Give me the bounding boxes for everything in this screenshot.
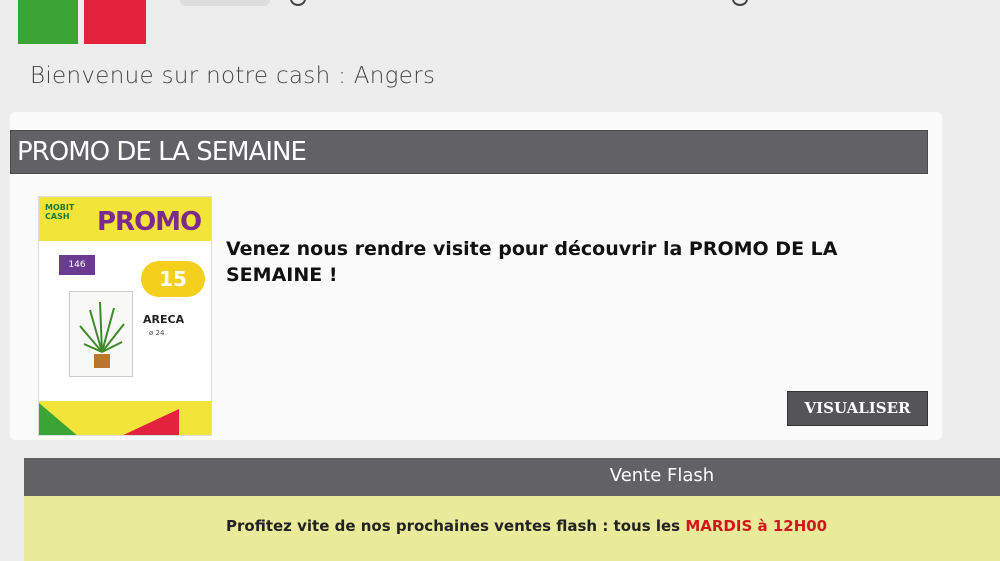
flyer-badge: 146: [59, 255, 95, 275]
promo-message: Venez nous rendre visite pour découvrir …: [226, 238, 838, 286]
flyer-brand-logo: MOBIT CASH: [45, 203, 75, 221]
logo-green-block: [18, 0, 78, 44]
logo-red-block: [84, 0, 146, 44]
flyer-red-triangle: [119, 409, 179, 435]
flyer-price: 15: [141, 261, 205, 297]
flash-message-highlight: MARDIS à 12H00: [685, 517, 828, 535]
top-circle-icon: [290, 0, 306, 6]
flyer-product-name: ARECA: [143, 313, 185, 326]
flyer-heading: PROMO: [97, 207, 202, 237]
visualiser-button[interactable]: VISUALISER: [787, 391, 928, 426]
flyer-product-detail: ø 24: [149, 329, 165, 337]
promo-flyer-thumbnail[interactable]: MOBIT CASH PROMO 146 15 ARECA ø 24: [38, 196, 212, 436]
flyer-green-triangle: [39, 403, 79, 435]
top-menu-fragment: [180, 0, 270, 6]
plant-image: [69, 291, 133, 377]
flash-message-prefix: Profitez vite de nos prochaines ventes f…: [226, 517, 686, 535]
top-circle-icon: [732, 0, 748, 6]
flash-section-title: Vente Flash: [24, 458, 1000, 496]
flash-message: Profitez vite de nos prochaines ventes f…: [226, 517, 827, 535]
promo-section-title: PROMO DE LA SEMAINE: [10, 130, 928, 174]
welcome-message: Bienvenue sur notre cash : Angers: [30, 63, 436, 89]
